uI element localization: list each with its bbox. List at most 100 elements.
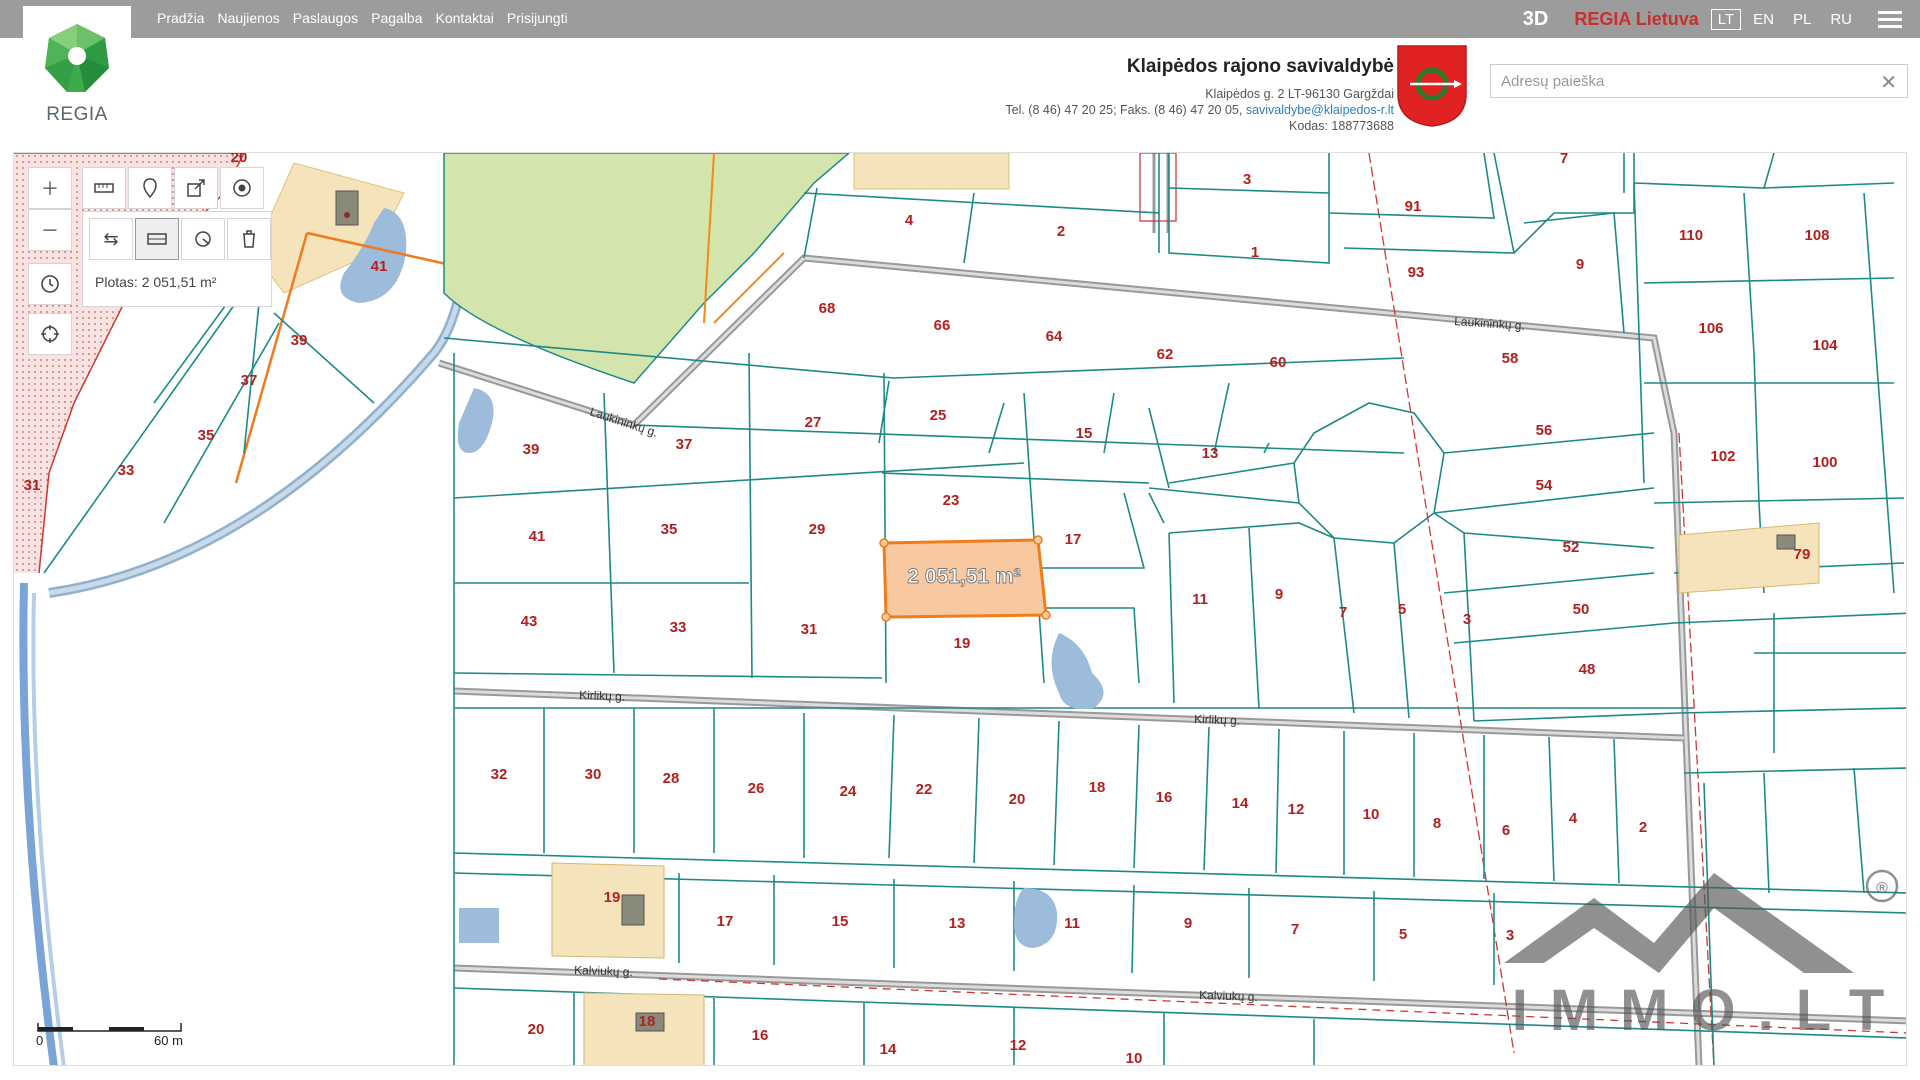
parcel-label: 62 — [1157, 346, 1174, 363]
measured-area-text: Plotas: 2 051,51 m² — [95, 274, 217, 290]
trash-icon — [243, 230, 255, 248]
top-navigation-bar: Pradžia Naujienos Paslaugos Pagalba Kont… — [0, 0, 1920, 38]
hamburger-menu-icon[interactable] — [1878, 10, 1902, 28]
parcel-label: 31 — [24, 477, 41, 494]
parcel-label: 25 — [930, 407, 947, 424]
measure-area-button[interactable] — [135, 218, 179, 260]
parcel-label: 106 — [1698, 320, 1723, 337]
parcel-label: 37 — [241, 372, 258, 389]
zoom-in-button[interactable]: ＋ — [28, 167, 72, 209]
regia-lietuva-link[interactable]: REGIA Lietuva — [1574, 9, 1698, 30]
3d-button[interactable]: 3D — [1523, 8, 1549, 31]
parcel-label: 66 — [934, 317, 951, 334]
parcel-label: 14 — [1232, 795, 1249, 812]
street-label-kirliku-2: Kirlikų g. — [1194, 712, 1240, 728]
clear-search-icon[interactable]: ✕ — [1880, 70, 1897, 95]
place-marker-button[interactable] — [128, 167, 172, 209]
parcel-label: 32 — [491, 766, 508, 783]
coat-of-arms-icon — [1397, 45, 1467, 127]
marker-icon — [143, 178, 157, 198]
parcel-label: 12 — [1288, 801, 1305, 818]
top-right-nav: 3D REGIA Lietuva LT EN PL RU — [1523, 0, 1920, 38]
locate-button[interactable] — [28, 313, 72, 355]
parcel-label: 39 — [523, 441, 540, 458]
regia-logo-icon — [45, 24, 109, 92]
parcel-label: 3 — [1463, 611, 1471, 628]
map-view[interactable]: 2 051,51 m² Laukininkų g. Laukininkų g. … — [13, 152, 1907, 1066]
parcel-label: 2 — [1057, 223, 1065, 240]
parcel-label: 50 — [1573, 601, 1590, 618]
lang-ru[interactable]: RU — [1830, 11, 1852, 28]
parcel-label: 110 — [1679, 227, 1703, 244]
clock-icon — [41, 275, 59, 293]
parcel-label: 11 — [1064, 915, 1080, 932]
municipality-info: Klaipėdos rajono savivaldybė Klaipėdos g… — [1005, 56, 1394, 134]
measure-distance-button[interactable] — [82, 167, 126, 209]
parcel-label: 39 — [291, 332, 308, 349]
nav-naujienos[interactable]: Naujienos — [217, 10, 279, 26]
municipality-code: Kodas: 188773688 — [1289, 119, 1394, 133]
measure-line-button[interactable]: ⇆ — [89, 218, 133, 260]
parcel-label: 29 — [809, 521, 826, 538]
parcel-label: 79 — [1794, 546, 1811, 563]
parcel-label: 54 — [1536, 477, 1553, 494]
target-icon — [233, 179, 251, 197]
lang-pl[interactable]: PL — [1793, 11, 1811, 28]
parcel-label: 13 — [949, 915, 966, 932]
parcel-label: 1 — [1251, 244, 1259, 261]
nav-paslaugos[interactable]: Paslaugos — [293, 10, 358, 26]
export-icon — [187, 179, 205, 197]
parcel-label: 9 — [1275, 586, 1283, 603]
history-button[interactable] — [28, 263, 72, 305]
ruler-icon — [94, 183, 114, 193]
parcel-label: 14 — [880, 1041, 897, 1058]
parcel-label: 15 — [1076, 425, 1093, 442]
parcel-label: 3 — [1243, 171, 1251, 188]
parcel-label: 58 — [1502, 350, 1519, 367]
municipality-phone: Tel. (8 46) 47 20 25; Faks. (8 46) 47 20… — [1005, 103, 1243, 117]
parcel-label: 17 — [1065, 531, 1082, 548]
parcel-label: 60 — [1270, 354, 1287, 371]
parcel-label: 33 — [118, 462, 135, 479]
municipality-email-link[interactable]: savivaldybe@klaipedos-r.lt — [1246, 103, 1394, 117]
street-label-kirliku: Kirlikų g. — [579, 688, 625, 704]
main-nav: Pradžia Naujienos Paslaugos Pagalba Kont… — [157, 10, 568, 26]
parcel-label: 6 — [1502, 822, 1510, 839]
parcel-label: 108 — [1804, 227, 1829, 244]
parcel-label: 48 — [1579, 661, 1596, 678]
nav-pagalba[interactable]: Pagalba — [371, 10, 422, 26]
scale-distance: 60 m — [154, 1033, 183, 1048]
nav-pradzia[interactable]: Pradžia — [157, 10, 204, 26]
parcel-label: 9 — [1184, 915, 1192, 932]
municipality-name: Klaipėdos rajono savivaldybė — [1126, 56, 1394, 77]
measure-radius-button[interactable] — [181, 218, 225, 260]
parcel-label: 41 — [371, 258, 388, 275]
parcel-label: 7 — [1560, 153, 1568, 167]
export-button[interactable] — [174, 167, 218, 209]
address-search-input[interactable] — [1491, 65, 1891, 97]
parcel-label: 41 — [529, 528, 546, 545]
parcel-label: 33 — [670, 619, 687, 636]
parcel-label: 91 — [1405, 198, 1422, 215]
parcel-label: 18 — [639, 1013, 656, 1030]
cadastral-map[interactable]: 2 051,51 m² Laukininkų g. Laukininkų g. … — [14, 153, 1907, 1066]
scale-zero: 0 — [36, 1033, 44, 1048]
lang-en[interactable]: EN — [1753, 11, 1774, 28]
parcel-label: 68 — [819, 300, 836, 317]
parcel-label: 22 — [916, 781, 933, 798]
delete-measure-button[interactable] — [227, 218, 271, 260]
parcel-label: 104 — [1812, 337, 1838, 354]
select-point-button[interactable] — [220, 167, 264, 209]
parcel-label: 9 — [1576, 256, 1584, 273]
nav-prisijungti[interactable]: Prisijungti — [507, 10, 568, 26]
parcel-label: 16 — [752, 1027, 769, 1044]
parcel-label: 18 — [1089, 779, 1106, 796]
parcel-label: 35 — [198, 427, 215, 444]
nav-kontaktai[interactable]: Kontaktai — [436, 10, 494, 26]
lang-lt[interactable]: LT — [1710, 8, 1742, 30]
regia-logo[interactable]: REGIA — [23, 6, 131, 128]
municipality-address: Klaipėdos g. 2 LT-96130 Gargždai — [1205, 87, 1394, 101]
zoom-out-button[interactable]: － — [28, 209, 72, 251]
parcel-label: 7 — [1291, 921, 1299, 938]
parcel-label: 26 — [748, 780, 765, 797]
